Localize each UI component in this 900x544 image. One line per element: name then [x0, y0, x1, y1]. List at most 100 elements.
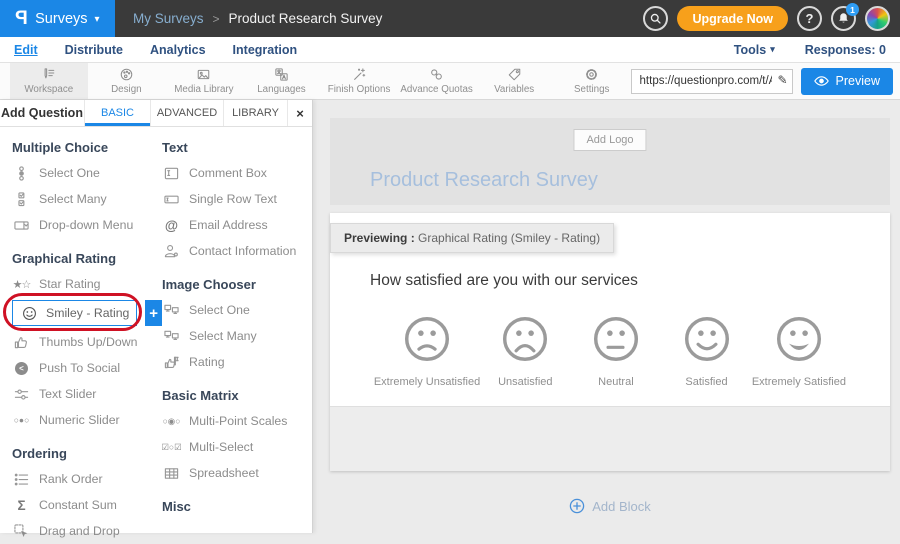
- block-footer: [330, 406, 890, 471]
- top-header: P Surveys ▾ My Surveys > Product Researc…: [0, 0, 900, 37]
- breadcrumb-current: Product Research Survey: [229, 11, 383, 26]
- qtype-comment-box[interactable]: Comment Box: [162, 160, 310, 186]
- radio-stack-icon: [14, 166, 29, 181]
- drag-cursor-icon: [14, 524, 29, 539]
- qtype-push-to-social[interactable]: < Push To Social: [12, 355, 162, 381]
- section-image-chooser: Image Chooser: [162, 277, 310, 292]
- brand-menu[interactable]: P Surveys ▾: [0, 0, 115, 37]
- qtype-image-select-many[interactable]: Select Many: [162, 323, 310, 349]
- breadcrumb-parent-link[interactable]: My Surveys: [133, 11, 204, 26]
- add-question-panel: Add Question BASIC ADVANCED LIBRARY × Mu…: [0, 100, 313, 533]
- qtype-smiley-rating[interactable]: Smiley - Rating +: [12, 298, 162, 328]
- rank-list-icon: [14, 472, 29, 487]
- edit-toolbar: Workspace Design Media Library Languages…: [0, 63, 900, 100]
- breadcrumb: My Surveys > Product Research Survey: [133, 11, 382, 26]
- help-icon: ?: [806, 11, 814, 26]
- dropdown-icon: [14, 218, 29, 233]
- section-multiple-choice: Multiple Choice: [12, 140, 162, 155]
- section-text: Text: [162, 140, 310, 155]
- notifications-button[interactable]: 1: [831, 6, 856, 31]
- tools-dropdown[interactable]: Tools▾: [734, 43, 775, 57]
- avatar[interactable]: [865, 6, 890, 31]
- survey-url-input[interactable]: [631, 69, 793, 94]
- survey-url-field-wrap: ✎: [631, 69, 793, 94]
- qtype-image-select-one[interactable]: Select One: [162, 297, 310, 323]
- search-button[interactable]: [643, 6, 668, 31]
- responses-count[interactable]: Responses: 0: [805, 43, 886, 57]
- section-graphical-rating: Graphical Rating: [12, 251, 162, 266]
- option-neutral[interactable]: Neutral: [571, 314, 662, 388]
- qtype-multi-point-scales[interactable]: ○◉○ Multi-Point Scales: [162, 408, 310, 434]
- help-button[interactable]: ?: [797, 6, 822, 31]
- star-rating-icon: ★☆: [12, 278, 31, 291]
- qtype-email-address[interactable]: @ Email Address: [162, 212, 310, 238]
- option-extremely-satisfied[interactable]: Extremely Satisfied: [752, 314, 846, 388]
- toolbar-variables[interactable]: Variables: [475, 63, 553, 99]
- previewing-label: Previewing :: [344, 231, 415, 245]
- eye-icon: [814, 76, 829, 86]
- qtype-dropdown-menu[interactable]: Drop-down Menu: [12, 212, 162, 238]
- question-card: Previewing : Graphical Rating (Smiley - …: [330, 213, 890, 406]
- qtype-spreadsheet[interactable]: Spreadsheet: [162, 460, 310, 486]
- option-unsatisfied[interactable]: Unsatisfied: [480, 314, 571, 388]
- section-basic-matrix: Basic Matrix: [162, 388, 310, 403]
- section-misc: Misc: [162, 499, 310, 514]
- toolbar-finish-options[interactable]: Finish Options: [320, 63, 398, 99]
- qtype-image-rating[interactable]: Rating: [162, 349, 310, 375]
- toolbar-advance-quotas[interactable]: Advance Quotas: [398, 63, 476, 99]
- option-satisfied[interactable]: Satisfied: [661, 314, 752, 388]
- happy-smiley-icon: [682, 314, 732, 364]
- upgrade-now-button[interactable]: Upgrade Now: [677, 6, 788, 31]
- numeric-slider-icon: ○●○: [12, 415, 31, 425]
- qtype-numeric-slider[interactable]: ○●○ Numeric Slider: [12, 407, 162, 433]
- comment-box-icon: [164, 166, 179, 181]
- section-ordering: Ordering: [12, 446, 162, 461]
- header-actions: Upgrade Now ? 1: [643, 6, 900, 31]
- preview-button[interactable]: Preview: [801, 68, 893, 95]
- qtype-star-rating[interactable]: ★☆ Star Rating: [12, 271, 162, 297]
- qtype-drag-and-drop[interactable]: Drag and Drop: [12, 518, 162, 544]
- tab-advanced[interactable]: ADVANCED: [151, 100, 224, 126]
- qtype-constant-sum[interactable]: Σ Constant Sum: [12, 492, 162, 518]
- search-icon: [649, 12, 662, 25]
- qtype-contact-information[interactable]: Contact Information: [162, 238, 310, 264]
- translate-icon: [274, 67, 289, 82]
- toolbar-media-library[interactable]: Media Library: [165, 63, 243, 99]
- edit-url-icon[interactable]: ✎: [777, 73, 787, 87]
- tab-edit[interactable]: Edit: [14, 43, 38, 57]
- panel-title-add-question: Add Question: [0, 100, 85, 126]
- toolbar-settings[interactable]: Settings: [553, 63, 631, 99]
- toolbar-design[interactable]: Design: [88, 63, 166, 99]
- qtype-multi-select[interactable]: ☑○☑ Multi-Select: [162, 434, 310, 460]
- survey-header-card: Add Logo Product Research Survey: [330, 118, 890, 205]
- toolbar-workspace[interactable]: Workspace: [10, 63, 88, 99]
- question-block: Previewing : Graphical Rating (Smiley - …: [330, 213, 890, 471]
- tab-integration[interactable]: Integration: [233, 43, 298, 57]
- chevron-down-icon: ▾: [95, 14, 100, 25]
- survey-title[interactable]: Product Research Survey: [370, 169, 598, 192]
- qtype-select-many[interactable]: Select Many: [12, 186, 162, 212]
- qtype-single-row-text[interactable]: Single Row Text: [162, 186, 310, 212]
- qtype-thumbs-up-down[interactable]: Thumbs Up/Down: [12, 329, 162, 355]
- tab-analytics[interactable]: Analytics: [150, 43, 206, 57]
- add-smiley-question-button[interactable]: +: [145, 300, 162, 326]
- question-text: How satisfied are you with our services: [370, 272, 890, 290]
- option-extremely-unsatisfied[interactable]: Extremely Unsatisfied: [374, 314, 480, 388]
- qtype-text-slider[interactable]: Text Slider: [12, 381, 162, 407]
- add-logo-button[interactable]: Add Logo: [573, 129, 646, 151]
- add-block-button[interactable]: Add Block: [330, 498, 890, 514]
- close-panel-button[interactable]: ×: [288, 100, 312, 126]
- qtype-rank-order[interactable]: Rank Order: [12, 466, 162, 492]
- image-pair-icon: [164, 303, 179, 318]
- magic-wand-icon: [352, 67, 367, 82]
- tab-library[interactable]: LIBRARY: [224, 100, 288, 126]
- tab-basic[interactable]: BASIC: [85, 100, 151, 126]
- breadcrumb-separator: >: [213, 12, 220, 26]
- workspace-icon: [41, 67, 56, 82]
- qtype-select-one[interactable]: Select One: [12, 160, 162, 186]
- at-icon: @: [162, 218, 181, 233]
- share-icon: <: [15, 362, 28, 375]
- toolbar-languages[interactable]: Languages: [243, 63, 321, 99]
- checkbox-stack-icon: [14, 192, 29, 207]
- tab-distribute[interactable]: Distribute: [65, 43, 123, 57]
